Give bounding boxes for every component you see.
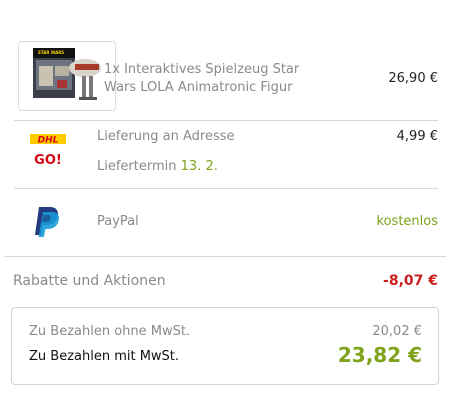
divider [4,256,446,257]
total-gross-label: Zu Bezahlen mit MwSt. [29,349,180,364]
discounts-value: -8,07 € [383,273,438,289]
product-thumbnail[interactable]: STAR WARS [18,41,116,111]
product-title[interactable]: 1x Interaktives Spielzeug Star Wars LOLA… [104,61,334,97]
total-net-label: Zu Bezahlen ohne MwSt. [29,324,191,339]
delivery-date: Liefertermin 13. 2. [97,159,218,174]
paypal-logo [30,203,64,239]
dhl-go-logo: DHL GO! [28,128,68,170]
delivery-date-value: 13. 2. [180,159,218,174]
shipping-label: Lieferung an Adresse [97,129,235,144]
shipping-price: 4,99 € [396,129,438,144]
delivery-date-label: Liefertermin [97,159,177,174]
payment-price: kostenlos [376,214,438,229]
total-gross-value: 23,82 € [337,343,422,367]
product-price: 26,90 € [388,71,438,86]
thumbnail-brand-text: STAR WARS [38,50,65,55]
divider [14,188,438,189]
dhl-logo-icon: DHL GO! [30,134,66,168]
total-net-value: 20,02 € [372,324,422,339]
divider [14,120,438,121]
totals-box: Zu Bezahlen ohne MwSt. 20,02 € Zu Bezahl… [11,307,439,385]
product-image [19,42,115,110]
payment-method-label: PayPal [97,214,139,229]
paypal-icon [35,207,59,237]
discounts-label[interactable]: Rabatte und Aktionen [13,273,166,289]
svg-text:GO!: GO! [34,153,62,168]
svg-text:DHL: DHL [38,136,59,146]
